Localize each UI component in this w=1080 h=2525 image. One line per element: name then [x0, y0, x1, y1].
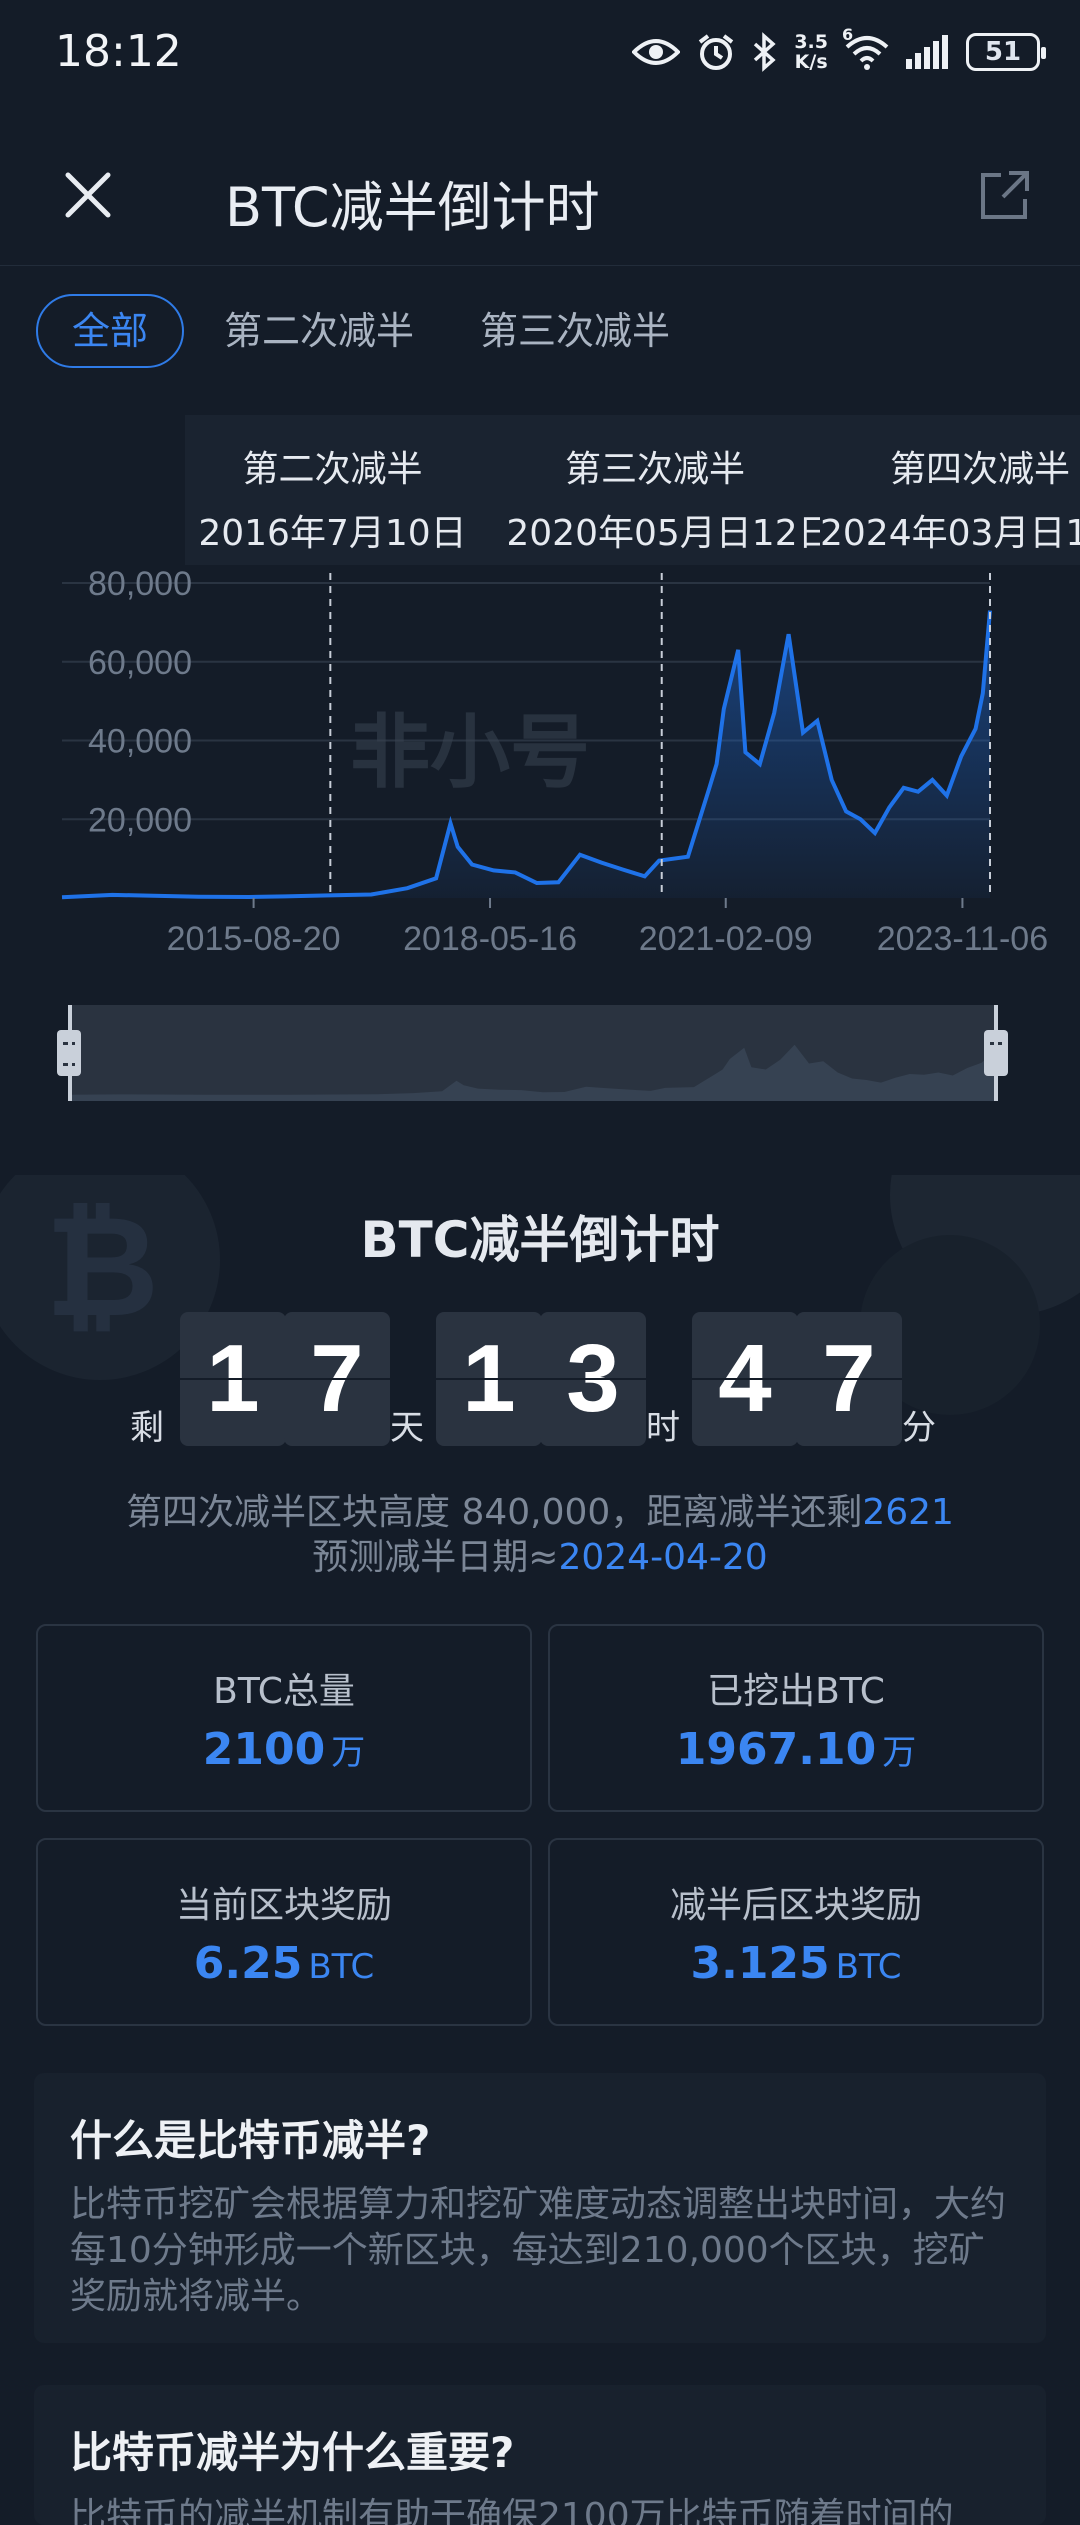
y-tick-label: 80,000 [88, 565, 192, 603]
net-speed: 3.5 K/s [794, 31, 828, 73]
status-icons: 3.5 K/s 6 51 [632, 24, 1046, 80]
eye-icon [632, 36, 681, 68]
close-icon [65, 172, 111, 218]
stat-label: 已挖出BTC [707, 1671, 885, 1712]
stat-card-current-reward: 当前区块奖励 6.25 BTC [36, 1838, 532, 2026]
stat-value: 1967.10 万 [675, 1724, 917, 1775]
faq-card-why-important: 比特币减半为什么重要? 比特币的减半机制有助于确保2100万比特币随着时间的 [34, 2385, 1046, 2525]
status-time: 18:12 [55, 26, 182, 77]
close-button[interactable] [58, 165, 118, 225]
halving-date: 2020年05月日12日 [506, 513, 820, 554]
countdown-prefix: 剩 [130, 1408, 164, 1448]
share-icon [981, 171, 1029, 219]
halving-date: 2024年03月日1 [820, 513, 1080, 554]
tab-third-halving[interactable]: 第三次减半 [454, 296, 696, 366]
chart-watermark: 非小号 [350, 706, 590, 799]
stat-label: 当前区块奖励 [175, 1885, 392, 1926]
countdown-title: BTC减半倒计时 [360, 1211, 720, 1269]
halving-marker-3: 第三次减半 2020年05月日12日 [490, 440, 820, 556]
faq-answer: 比特币挖矿会根据算力和挖矿难度动态调整出块时间，大约每10分钟形成一个新区块，每… [70, 2184, 1007, 2317]
halving-name: 第四次减半 [890, 449, 1071, 490]
stat-card-mined-btc: 已挖出BTC 1967.10 万 [548, 1624, 1044, 1812]
x-tick-label: 2018-05-16 [403, 920, 577, 958]
minutes-digit: 7 [796, 1312, 902, 1446]
x-tick-label: 2021-02-09 [639, 920, 813, 958]
signal-icon [906, 35, 950, 69]
hours-digit: 3 [540, 1312, 646, 1446]
stat-label: 减半后区块奖励 [669, 1885, 922, 1926]
days-digit: 1 [180, 1312, 286, 1446]
minutes-unit: 分 [902, 1408, 936, 1448]
halving-name: 第三次减半 [564, 449, 745, 490]
status-bar: 18:12 3.5 K/s 6 51 [0, 0, 1080, 100]
halving-marker-4: 第四次减半 2024年03月日1 [820, 440, 1080, 556]
y-tick-label: 60,000 [88, 644, 192, 682]
hours-digit: 1 [436, 1312, 542, 1446]
halving-marker-2: 第二次减半 2016年7月10日 [190, 440, 475, 556]
wifi-gen-label: 6 [842, 25, 854, 44]
minutes-digit: 4 [692, 1312, 798, 1446]
faq-question: 什么是比特币减半? [70, 2116, 431, 2165]
wifi-icon: 6 [842, 25, 890, 71]
days-unit: 天 [390, 1408, 424, 1448]
y-tick-label: 40,000 [88, 723, 192, 761]
faq-card-what-is-halving: 什么是比特币减半? 比特币挖矿会根据算力和挖矿难度动态调整出块时间，大约每10分… [34, 2073, 1046, 2343]
battery-indicator: 51 [966, 33, 1046, 71]
page-title: BTC减半倒计时 [225, 176, 600, 239]
faq-answer: 比特币的减半机制有助于确保2100万比特币随着时间的 [70, 2496, 954, 2525]
range-navigator[interactable] [68, 1005, 996, 1101]
x-tick-label: 2015-08-20 [167, 920, 341, 958]
stat-card-total-btc: BTC总量 2100 万 [36, 1624, 532, 1812]
tab-all[interactable]: 全部 [36, 294, 185, 368]
stat-card-next-reward: 减半后区块奖励 3.125 BTC [548, 1838, 1044, 2026]
faq-question: 比特币减半为什么重要? [70, 2428, 515, 2477]
halving-name: 第二次减半 [242, 449, 423, 490]
y-tick-label: 20,000 [88, 801, 192, 839]
predicted-date-info: 预测减半日期≈2024-04-20 [312, 1537, 768, 1578]
predicted-date: 2024-04-20 [558, 1537, 768, 1578]
tab-second-halving[interactable]: 第二次减半 [198, 296, 440, 366]
x-tick-label: 2023-11-06 [877, 920, 1048, 958]
blocks-remaining: 2621 [862, 1492, 954, 1533]
alarm-icon [696, 32, 736, 72]
range-handle-left-bar [68, 1005, 72, 1101]
days-digit: 7 [284, 1312, 390, 1446]
navigator-minimap [68, 1040, 996, 1101]
halving-date: 2016年7月10日 [198, 513, 467, 554]
hours-unit: 时 [646, 1408, 680, 1448]
btc-price-chart[interactable]: 非小号 80,000 60,000 40,000 20,000 2015-08-20 2… [0, 560, 1080, 980]
share-button[interactable] [975, 165, 1035, 225]
range-handle-right-bar [994, 1005, 998, 1101]
stat-value: 2100 万 [202, 1724, 366, 1775]
stat-label: BTC总量 [213, 1671, 355, 1712]
bluetooth-icon [752, 32, 778, 72]
stat-value: 3.125 BTC [690, 1938, 902, 1989]
stat-value: 6.25 BTC [193, 1938, 375, 1989]
halving-tabs: 全部 第二次减半 第三次减半 [36, 294, 710, 368]
app-header: BTC减半倒计时 [0, 125, 1080, 266]
